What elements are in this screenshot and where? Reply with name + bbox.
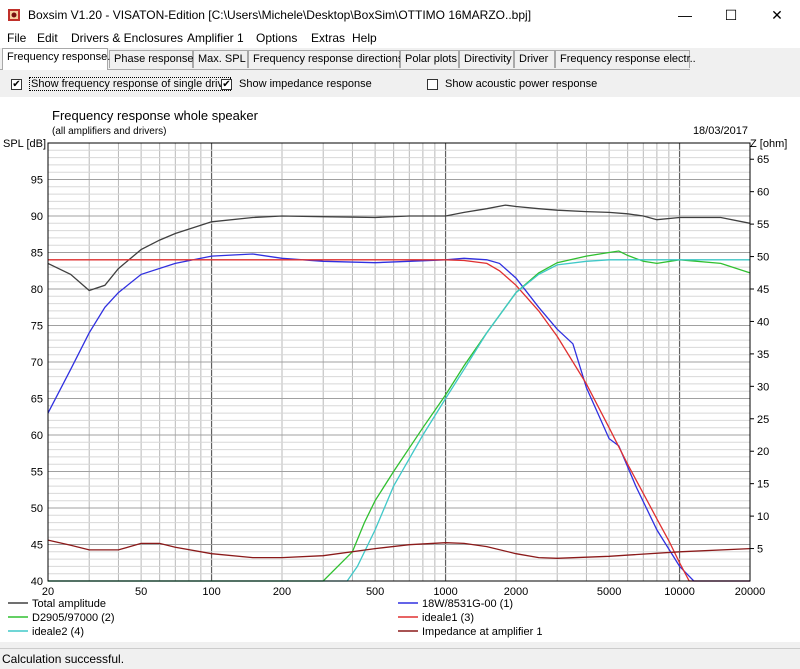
menu-edit[interactable]: Edit xyxy=(37,31,58,45)
series-line-6 xyxy=(47,539,751,559)
tab-strip: Frequency response. Phase response Max. … xyxy=(0,48,800,70)
legend-label: ideale2 (4) xyxy=(32,626,84,638)
title-bar: Boxsim V1.20 - VISATON-Edition [C:\Users… xyxy=(0,0,800,30)
legend-label: Total amplitude xyxy=(32,598,106,610)
menu-amplifier-1[interactable]: Amplifier 1 xyxy=(187,31,244,45)
y-tick-label: 40 xyxy=(31,576,43,588)
impedance-checkbox[interactable]: ✔ xyxy=(221,79,232,90)
status-text: Calculation successful. xyxy=(2,652,125,666)
y-tick-label: 50 xyxy=(31,503,43,515)
legend-label: ideale1 (3) xyxy=(422,612,474,624)
menu-extras[interactable]: Extras xyxy=(311,31,345,45)
status-bar: Calculation successful. xyxy=(0,648,800,669)
tab-frequency-response-electrical[interactable]: Frequency response electr.. xyxy=(555,50,696,68)
tab-phase-response[interactable]: Phase response xyxy=(109,50,194,68)
y-tick-label: 75 xyxy=(31,321,43,333)
y-tick-label: 60 xyxy=(31,430,43,442)
x-tick-label: 2000 xyxy=(504,586,528,598)
series-line-2 xyxy=(47,253,750,582)
y-tick-label: 85 xyxy=(31,248,43,260)
chart-svg: Frequency response whole speaker (all am… xyxy=(3,108,787,638)
chart-series xyxy=(47,204,751,582)
menu-options[interactable]: Options xyxy=(256,31,297,45)
y-tick-label: 45 xyxy=(31,540,43,552)
tab-polar-plots[interactable]: Polar plots xyxy=(400,50,459,68)
chart-title: Frequency response whole speaker xyxy=(52,108,259,123)
x-tick-label: 1000 xyxy=(433,586,457,598)
y-tick-label: 55 xyxy=(31,467,43,479)
x-tick-label: 20 xyxy=(42,586,54,598)
y2-tick-label: 40 xyxy=(757,316,769,328)
x-tick-label: 500 xyxy=(366,586,384,598)
tab-driver[interactable]: Driver xyxy=(514,50,555,68)
chart-date: 18/03/2017 xyxy=(693,125,748,137)
series-line-3 xyxy=(48,250,751,582)
menu-help[interactable]: Help xyxy=(352,31,377,45)
y2-tick-label: 45 xyxy=(757,284,769,296)
single-driver-label: Show frequency response of single drive xyxy=(29,77,232,91)
y-tick-label: 95 xyxy=(31,175,43,187)
minimize-button[interactable]: — xyxy=(662,0,708,30)
x-tick-label: 20000 xyxy=(735,586,766,598)
y2-tick-label: 15 xyxy=(757,479,769,491)
y2-tick-label: 50 xyxy=(757,252,769,264)
menu-file[interactable]: File xyxy=(7,31,26,45)
y2-tick-label: 35 xyxy=(757,349,769,361)
x-tick-label: 5000 xyxy=(597,586,621,598)
menu-bar: File Edit Drivers & Enclosures Amplifier… xyxy=(0,30,800,48)
x-tick-label: 10000 xyxy=(664,586,695,598)
y2-axis-label: Z [ohm] xyxy=(750,138,787,150)
chart-grid xyxy=(47,142,751,582)
y2-tick-label: 25 xyxy=(757,414,769,426)
legend-label: D2905/97000 (2) xyxy=(32,612,115,624)
single-driver-checkbox[interactable]: ✔ xyxy=(11,79,22,90)
y2-tick-label: 10 xyxy=(757,511,769,523)
series-line-1 xyxy=(47,204,751,292)
maximize-button[interactable]: ☐ xyxy=(708,0,754,30)
y2-tick-label: 20 xyxy=(757,446,769,458)
x-tick-label: 50 xyxy=(135,586,147,598)
y-axis-label: SPL [dB] xyxy=(3,138,46,150)
impedance-label: Show impedance response xyxy=(239,78,372,90)
menu-drivers-enclosures[interactable]: Drivers & Enclosures xyxy=(71,31,183,45)
frequency-response-chart: Frequency response whole speaker (all am… xyxy=(0,97,800,642)
tab-frequency-response-directions[interactable]: Frequency response directions xyxy=(248,50,403,68)
acoustic-power-label: Show acoustic power response xyxy=(445,78,598,90)
y-tick-label: 80 xyxy=(31,284,43,296)
impedance-option[interactable]: ✔ Show impedance response xyxy=(221,78,381,94)
y2-tick-label: 55 xyxy=(757,219,769,231)
tab-frequency-response[interactable]: Frequency response. xyxy=(2,48,110,70)
y-tick-label: 65 xyxy=(31,394,43,406)
y2-tick-label: 30 xyxy=(757,381,769,393)
x-tick-label: 200 xyxy=(273,586,291,598)
legend-label: Impedance at amplifier 1 xyxy=(422,626,542,638)
tab-directivity[interactable]: Directivity xyxy=(459,50,514,68)
window-title: Boxsim V1.20 - VISATON-Edition [C:\Users… xyxy=(28,8,532,22)
single-driver-option[interactable]: ✔ Show frequency response of single driv… xyxy=(11,77,232,94)
y2-tick-label: 5 xyxy=(757,544,763,556)
y2-tick-label: 65 xyxy=(757,154,769,166)
y-tick-label: 70 xyxy=(31,357,43,369)
acoustic-power-option[interactable]: Show acoustic power response xyxy=(427,78,607,94)
boxsim-app-icon[interactable] xyxy=(7,8,21,22)
y2-tick-label: 60 xyxy=(757,187,769,199)
acoustic-power-checkbox[interactable] xyxy=(427,79,438,90)
chart-legend: Total amplitude 18W/8531G-00 (1) D2905/970… xyxy=(8,598,542,638)
tab-max-spl[interactable]: Max. SPL xyxy=(193,50,248,68)
legend-label: 18W/8531G-00 (1) xyxy=(422,598,513,610)
x-tick-label: 100 xyxy=(202,586,220,598)
chart-subtitle: (all amplifiers and drivers) xyxy=(52,126,166,137)
close-button[interactable]: ✕ xyxy=(754,0,800,30)
y-tick-label: 90 xyxy=(31,211,43,223)
